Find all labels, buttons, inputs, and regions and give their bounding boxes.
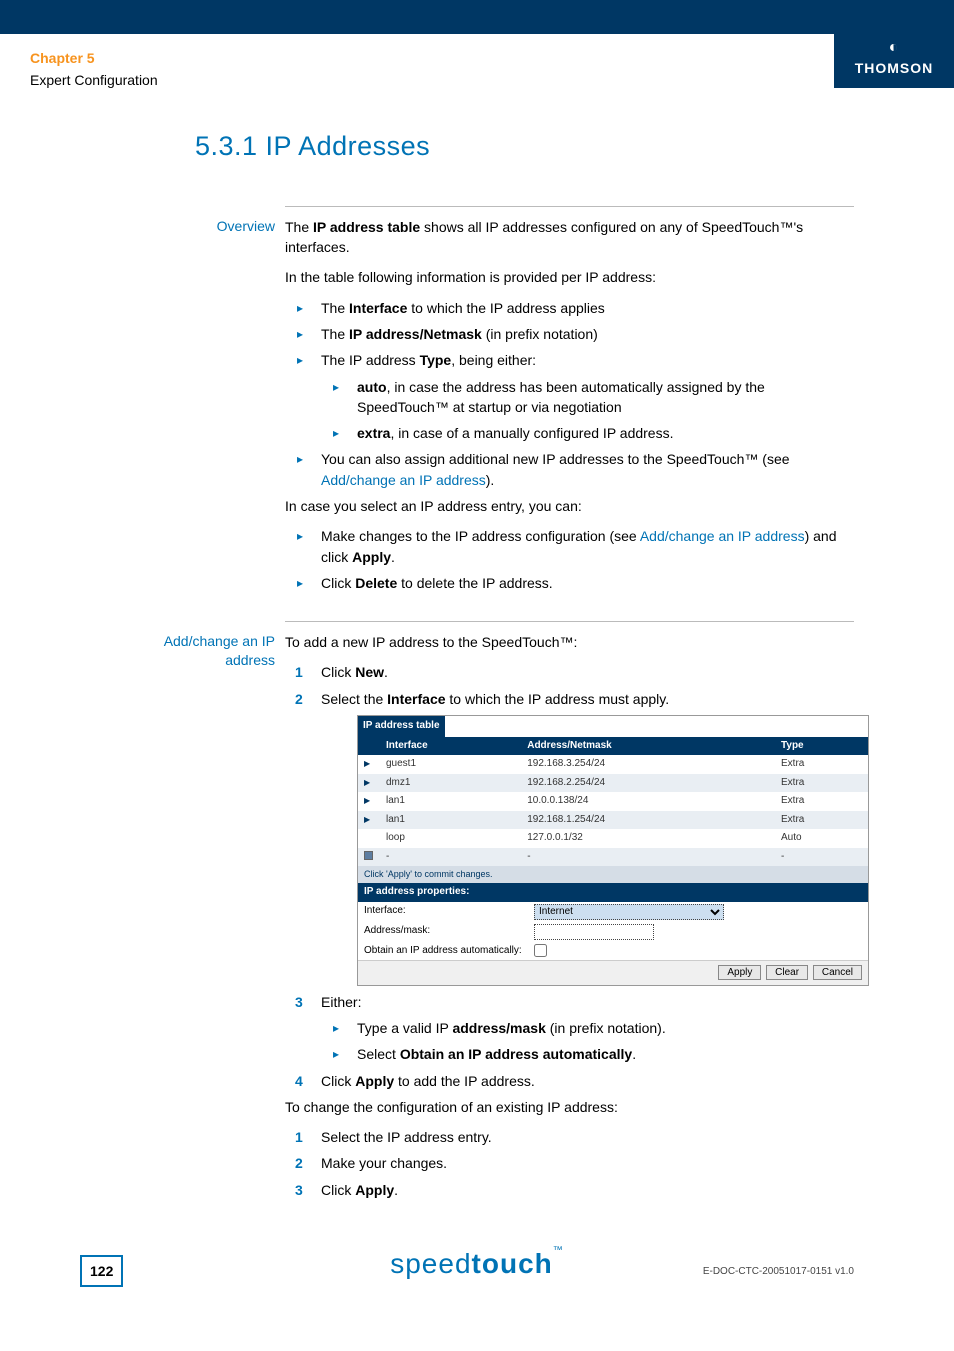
step-click-apply: Click Apply to add the IP address. <box>285 1071 854 1091</box>
row-marker-icon <box>364 851 373 860</box>
th-interface: Interface <box>380 737 521 756</box>
bullet-extra: extra, in case of a manually configured … <box>321 423 854 443</box>
table-row[interactable]: ▶guest1192.168.3.254/24Extra <box>358 755 868 774</box>
thomson-icon: ◐ <box>844 40 944 56</box>
link-addchange-2[interactable]: Add/change an IP address <box>640 528 805 544</box>
cancel-button[interactable]: Cancel <box>813 965 862 980</box>
step-either: Either: Type a valid IP address/mask (in… <box>285 992 854 1065</box>
link-addchange-1[interactable]: Add/change an IP address <box>321 472 486 488</box>
table-row-selected[interactable]: --- <box>358 848 868 867</box>
cstep-apply: Click Apply. <box>285 1180 854 1200</box>
row-arrow-icon: ▶ <box>364 796 370 805</box>
bullet-netmask: The IP address/Netmask (in prefix notati… <box>285 324 854 344</box>
button-bar: Apply Clear Cancel <box>358 960 868 985</box>
clear-button[interactable]: Clear <box>766 965 808 980</box>
th-type: Type <box>775 737 868 756</box>
brand-text: THOMSON <box>855 60 934 76</box>
tm-mark: ™ <box>553 1245 564 1256</box>
ip-table: Interface Address/Netmask Type ▶guest119… <box>358 737 868 902</box>
apply-button[interactable]: Apply <box>718 965 761 980</box>
form-row-address: Address/mask: <box>358 922 868 942</box>
bullet-interface: The Interface to which the IP address ap… <box>285 298 854 318</box>
table-row[interactable]: loop127.0.0.1/32Auto <box>358 829 868 848</box>
table-row[interactable]: ▶dmz1192.168.2.254/24Extra <box>358 774 868 793</box>
bullet-make-changes: Make changes to the IP address configura… <box>285 526 854 567</box>
auto-checkbox[interactable] <box>534 944 547 957</box>
chapter-heading: Chapter 5 Expert Configuration <box>30 48 158 91</box>
page-header: Chapter 5 Expert Configuration ◐ THOMSON <box>0 34 954 127</box>
section-addchange: Add/change an IP address To add a new IP… <box>285 621 854 1200</box>
change-steps: Select the IP address entry. Make your c… <box>285 1127 854 1200</box>
add-steps: Click New. Select the Interface to which… <box>285 662 854 1090</box>
overview-bullets-2: Make changes to the IP address configura… <box>285 526 854 593</box>
cstep-change: Make your changes. <box>285 1153 854 1173</box>
page-title: 5.3.1 IP Addresses <box>195 127 954 166</box>
bullet-assign-new: You can also assign additional new IP ad… <box>285 449 854 490</box>
label-address: Address/mask: <box>364 924 534 939</box>
either-auto: Select Obtain an IP address automaticall… <box>321 1044 854 1064</box>
ip-address-table-screenshot: IP address table Interface Address/Netma… <box>357 715 869 986</box>
bullet-type: The IP address Type, being either: auto,… <box>285 350 854 443</box>
step-select-interface: Select the Interface to which the IP add… <box>285 689 854 986</box>
either-type: Type a valid IP address/mask (in prefix … <box>321 1018 854 1038</box>
form-row-interface: Interface: Internet <box>358 902 868 922</box>
section-label-overview: Overview <box>125 217 275 236</box>
table-caption: IP address table <box>358 716 445 737</box>
cstep-select: Select the IP address entry. <box>285 1127 854 1147</box>
addchange-intro: To add a new IP address to the SpeedTouc… <box>285 632 854 652</box>
speedtouch-a: speed <box>390 1248 471 1279</box>
step-click-new: Click New. <box>285 662 854 682</box>
th-address: Address/Netmask <box>521 737 775 756</box>
top-bar <box>0 0 954 34</box>
section-label-addchange: Add/change an IP address <box>125 632 275 670</box>
bullet-auto: auto, in case the address has been autom… <box>321 377 854 418</box>
address-input[interactable] <box>534 924 654 940</box>
overview-line2: In the table following information is pr… <box>285 267 854 287</box>
overview-intro: The IP address table shows all IP addres… <box>285 217 854 258</box>
label-interface: Interface: <box>364 904 534 919</box>
commit-note: Click 'Apply' to commit changes. <box>358 866 868 883</box>
chapter-number: Chapter 5 <box>30 50 95 66</box>
row-arrow-icon: ▶ <box>364 759 370 768</box>
bullet-delete: Click Delete to delete the IP address. <box>285 573 854 593</box>
table-row[interactable]: ▶lan1192.168.1.254/24Extra <box>358 811 868 830</box>
thomson-logo: ◐ THOMSON <box>834 34 954 88</box>
form-row-auto: Obtain an IP address automatically: <box>358 942 868 961</box>
chapter-subtitle: Expert Configuration <box>30 70 158 90</box>
props-header: IP address properties: <box>358 883 868 902</box>
overview-bullets: The Interface to which the IP address ap… <box>285 298 854 490</box>
interface-select[interactable]: Internet <box>534 904 724 920</box>
doc-id: E-DOC-CTC-20051017-0151 v1.0 <box>703 1265 854 1280</box>
speedtouch-b: touch <box>472 1248 553 1279</box>
overview-line3: In case you select an IP address entry, … <box>285 496 854 516</box>
label-auto: Obtain an IP address automatically: <box>364 944 534 959</box>
row-arrow-icon: ▶ <box>364 815 370 824</box>
row-arrow-icon: ▶ <box>364 778 370 787</box>
section-overview: Overview The IP address table shows all … <box>285 206 854 593</box>
change-intro: To change the configuration of an existi… <box>285 1097 854 1117</box>
table-row[interactable]: ▶lan110.0.0.138/24Extra <box>358 792 868 811</box>
